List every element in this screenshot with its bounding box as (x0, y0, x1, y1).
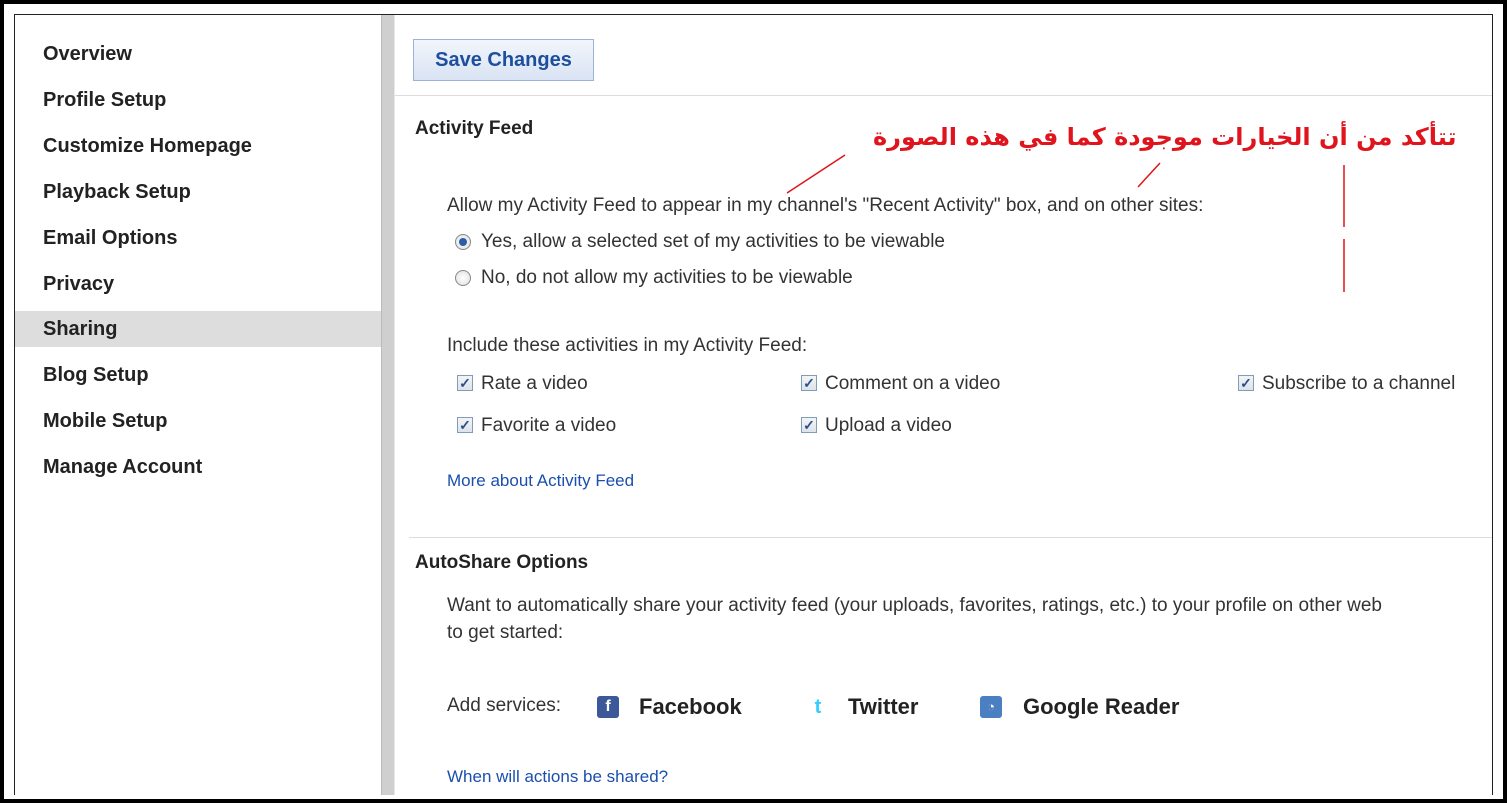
include-activities-label: Include these activities in my Activity … (447, 335, 808, 356)
checkbox-favorite-video[interactable]: ✓ (457, 417, 473, 433)
more-about-activity-feed-link[interactable]: More about Activity Feed (447, 471, 634, 491)
checkbox-favorite-video-label[interactable]: Favorite a video (481, 415, 616, 437)
radio-no[interactable] (455, 270, 471, 286)
sidebar-item-email-options[interactable]: Email Options (15, 220, 381, 256)
annotation-arrow-left (786, 154, 846, 194)
autoshare-description-line1: Want to automatically share your activit… (447, 595, 1382, 616)
radio-no-label[interactable]: No, do not allow my activities to be vie… (481, 267, 853, 289)
activity-feed-heading: Activity Feed (415, 118, 534, 139)
arabic-annotation: تتأكد من أن الخيارات موجودة كما في هذه ا… (873, 123, 1457, 151)
twitter-icon[interactable]: t (807, 696, 829, 718)
radio-yes[interactable] (455, 234, 471, 250)
radio-yes-label[interactable]: Yes, allow a selected set of my activiti… (481, 231, 945, 253)
screenshot-frame: Overview Profile Setup Customize Homepag… (1, 1, 1506, 802)
sidebar-item-mobile-setup[interactable]: Mobile Setup (15, 403, 381, 439)
sidebar-item-manage-account[interactable]: Manage Account (15, 449, 381, 485)
facebook-service-link[interactable]: Facebook (639, 694, 742, 720)
sidebar-item-customize-homepage[interactable]: Customize Homepage (15, 128, 381, 164)
section-separator (409, 537, 1492, 538)
annotation-arrow-middle (1137, 162, 1161, 188)
sidebar-item-overview[interactable]: Overview (15, 36, 381, 72)
sidebar-divider (381, 15, 395, 795)
checkbox-rate-video-label[interactable]: Rate a video (481, 373, 588, 395)
autoshare-heading: AutoShare Options (415, 552, 589, 573)
sidebar-item-privacy[interactable]: Privacy (15, 266, 381, 302)
facebook-icon[interactable]: f (597, 696, 619, 718)
main-content: Save Changes Activity Feed تتأكد من أن ا… (395, 15, 1492, 795)
checkbox-subscribe-channel[interactable]: ✓ (1238, 375, 1254, 391)
sidebar-item-profile-setup[interactable]: Profile Setup (15, 82, 381, 118)
checkbox-comment-video-label[interactable]: Comment on a video (825, 373, 1000, 395)
rss-icon[interactable]: ◔ (980, 696, 1002, 718)
twitter-service-link[interactable]: Twitter (848, 694, 918, 720)
when-shared-link[interactable]: When will actions be shared? (447, 767, 668, 787)
sidebar-item-sharing[interactable]: Sharing (15, 311, 381, 347)
sidebar-item-blog-setup[interactable]: Blog Setup (15, 357, 381, 393)
save-bar: Save Changes (395, 15, 1492, 96)
checkbox-upload-video[interactable]: ✓ (801, 417, 817, 433)
sidebar: Overview Profile Setup Customize Homepag… (15, 15, 381, 795)
autoshare-description-line2: to get started: (447, 622, 564, 643)
settings-page: Overview Profile Setup Customize Homepag… (14, 14, 1493, 795)
checkbox-subscribe-channel-label[interactable]: Subscribe to a channel (1262, 373, 1455, 395)
checkbox-comment-video[interactable]: ✓ (801, 375, 817, 391)
sidebar-item-playback-setup[interactable]: Playback Setup (15, 174, 381, 210)
save-changes-button[interactable]: Save Changes (413, 39, 594, 81)
checkbox-upload-video-label[interactable]: Upload a video (825, 415, 952, 437)
allow-question: Allow my Activity Feed to appear in my c… (447, 195, 1204, 216)
add-services-label: Add services: (447, 695, 562, 716)
google-reader-service-link[interactable]: Google Reader (1023, 694, 1179, 720)
checkbox-rate-video[interactable]: ✓ (457, 375, 473, 391)
